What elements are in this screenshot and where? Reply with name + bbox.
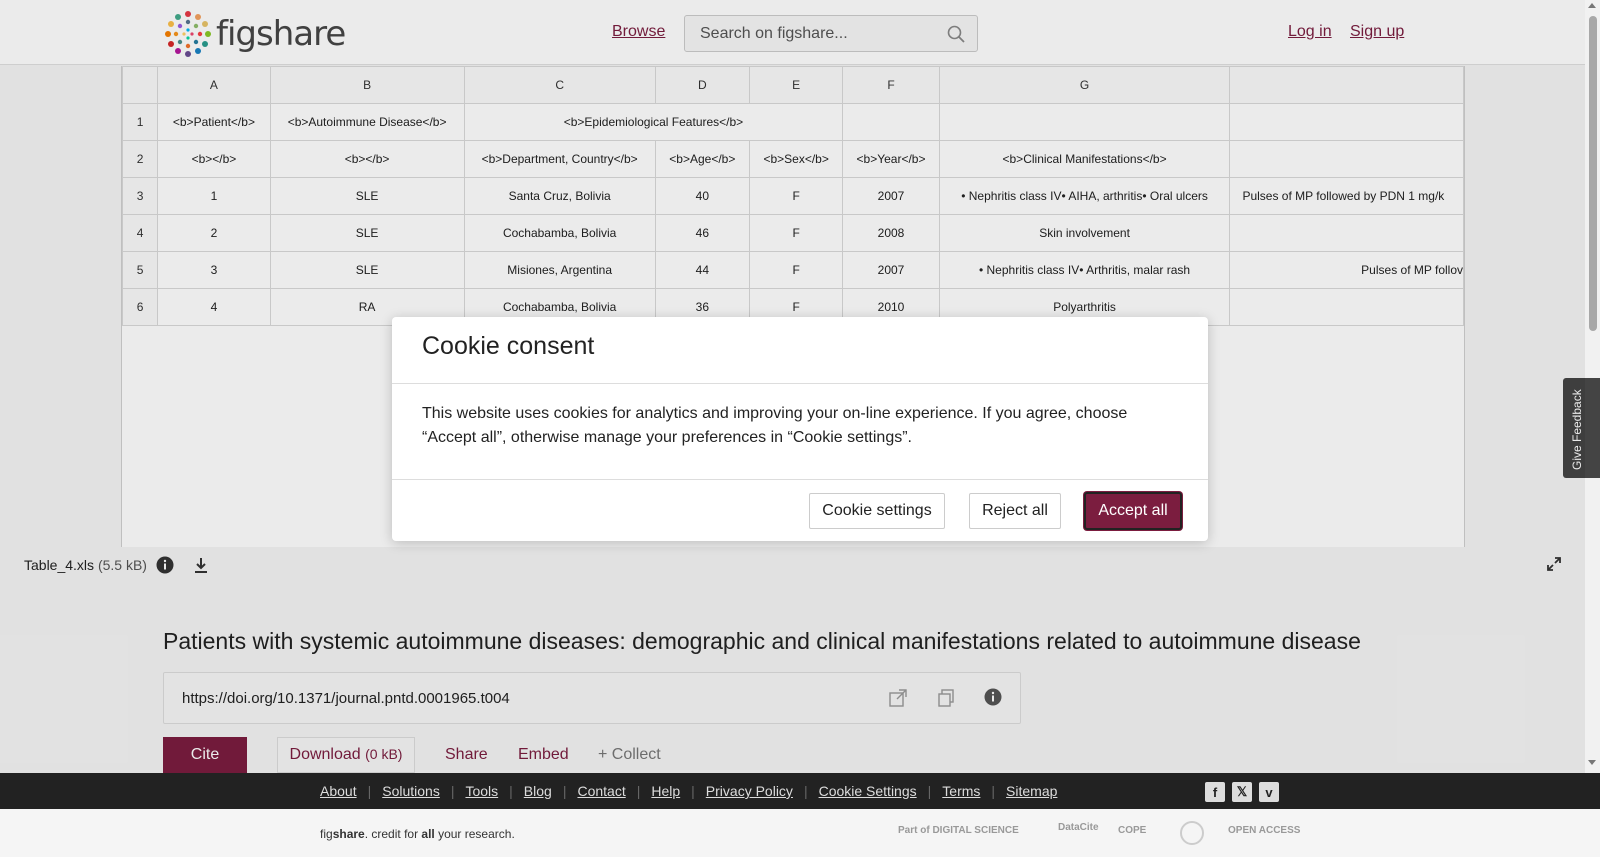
footer-separator: | [691,783,695,799]
footer-separator: | [562,783,567,799]
footer-link-sitemap[interactable]: Sitemap [1006,783,1057,799]
cookie-consent-dialog: Cookie consent This website uses cookies… [392,317,1208,541]
scroll-up-arrow-icon[interactable] [1588,3,1596,8]
x-twitter-icon[interactable]: 𝕏 [1232,782,1252,802]
footer-link-solutions[interactable]: Solutions [382,783,440,799]
footer-separator: | [367,783,372,799]
credit-pre: fig [320,827,333,841]
cookie-dialog-body: This website uses cookies for analytics … [422,405,1128,446]
footer-link-terms[interactable]: Terms [942,783,980,799]
footer-links: About | Solutions | Tools | Blog | Contact | Help |… [320,783,1057,799]
vimeo-icon[interactable]: v [1259,782,1279,802]
scroll-thumb[interactable] [1589,16,1597,331]
open-access-logo[interactable]: OPEN ACCESS [1228,825,1300,836]
footer-separator: | [636,783,641,799]
cookie-settings-button[interactable]: Cookie settings [809,493,945,529]
footer-link-contact[interactable]: Contact [577,783,625,799]
footer-bottom: figshare. credit for all your research. … [0,809,1600,857]
footer-link-cookie-settings[interactable]: Cookie Settings [819,783,917,799]
credit-post: your research. [434,827,515,841]
footer-separator: | [450,783,455,799]
footer-link-tools[interactable]: Tools [465,783,498,799]
cope-logo[interactable]: COPE [1118,825,1146,836]
footer-link-help[interactable]: Help [651,783,680,799]
dialog-divider [392,383,1208,384]
footer-link-privacy-policy[interactable]: Privacy Policy [706,783,793,799]
dialog-divider [392,479,1208,480]
cookie-dialog-title: Cookie consent [422,332,595,360]
footer-separator: | [509,783,513,799]
digital-science-logo[interactable]: Part of DIGITAL SCIENCE [898,825,1019,836]
credit-bold: share [332,827,365,841]
footer-credit: figshare. credit for all your research. [320,827,515,841]
credit-mid: . credit for [364,827,422,841]
orcid-seal-icon[interactable] [1180,821,1204,845]
footer-link-blog[interactable]: Blog [524,783,552,799]
credit-all: all [421,827,435,841]
scroll-down-arrow-icon[interactable] [1588,760,1596,765]
footer-separator: | [991,783,996,799]
footer-link-about[interactable]: About [320,783,357,799]
footer-separator: | [927,783,932,799]
reject-all-button[interactable]: Reject all [969,493,1061,529]
footer-separator: | [803,783,808,799]
accept-all-button[interactable]: Accept all [1084,492,1182,530]
facebook-icon[interactable]: f [1205,782,1225,802]
datacite-logo[interactable]: DataCite [1058,822,1099,833]
footer-nav: About | Solutions | Tools | Blog | Contact | Help |… [0,773,1600,809]
